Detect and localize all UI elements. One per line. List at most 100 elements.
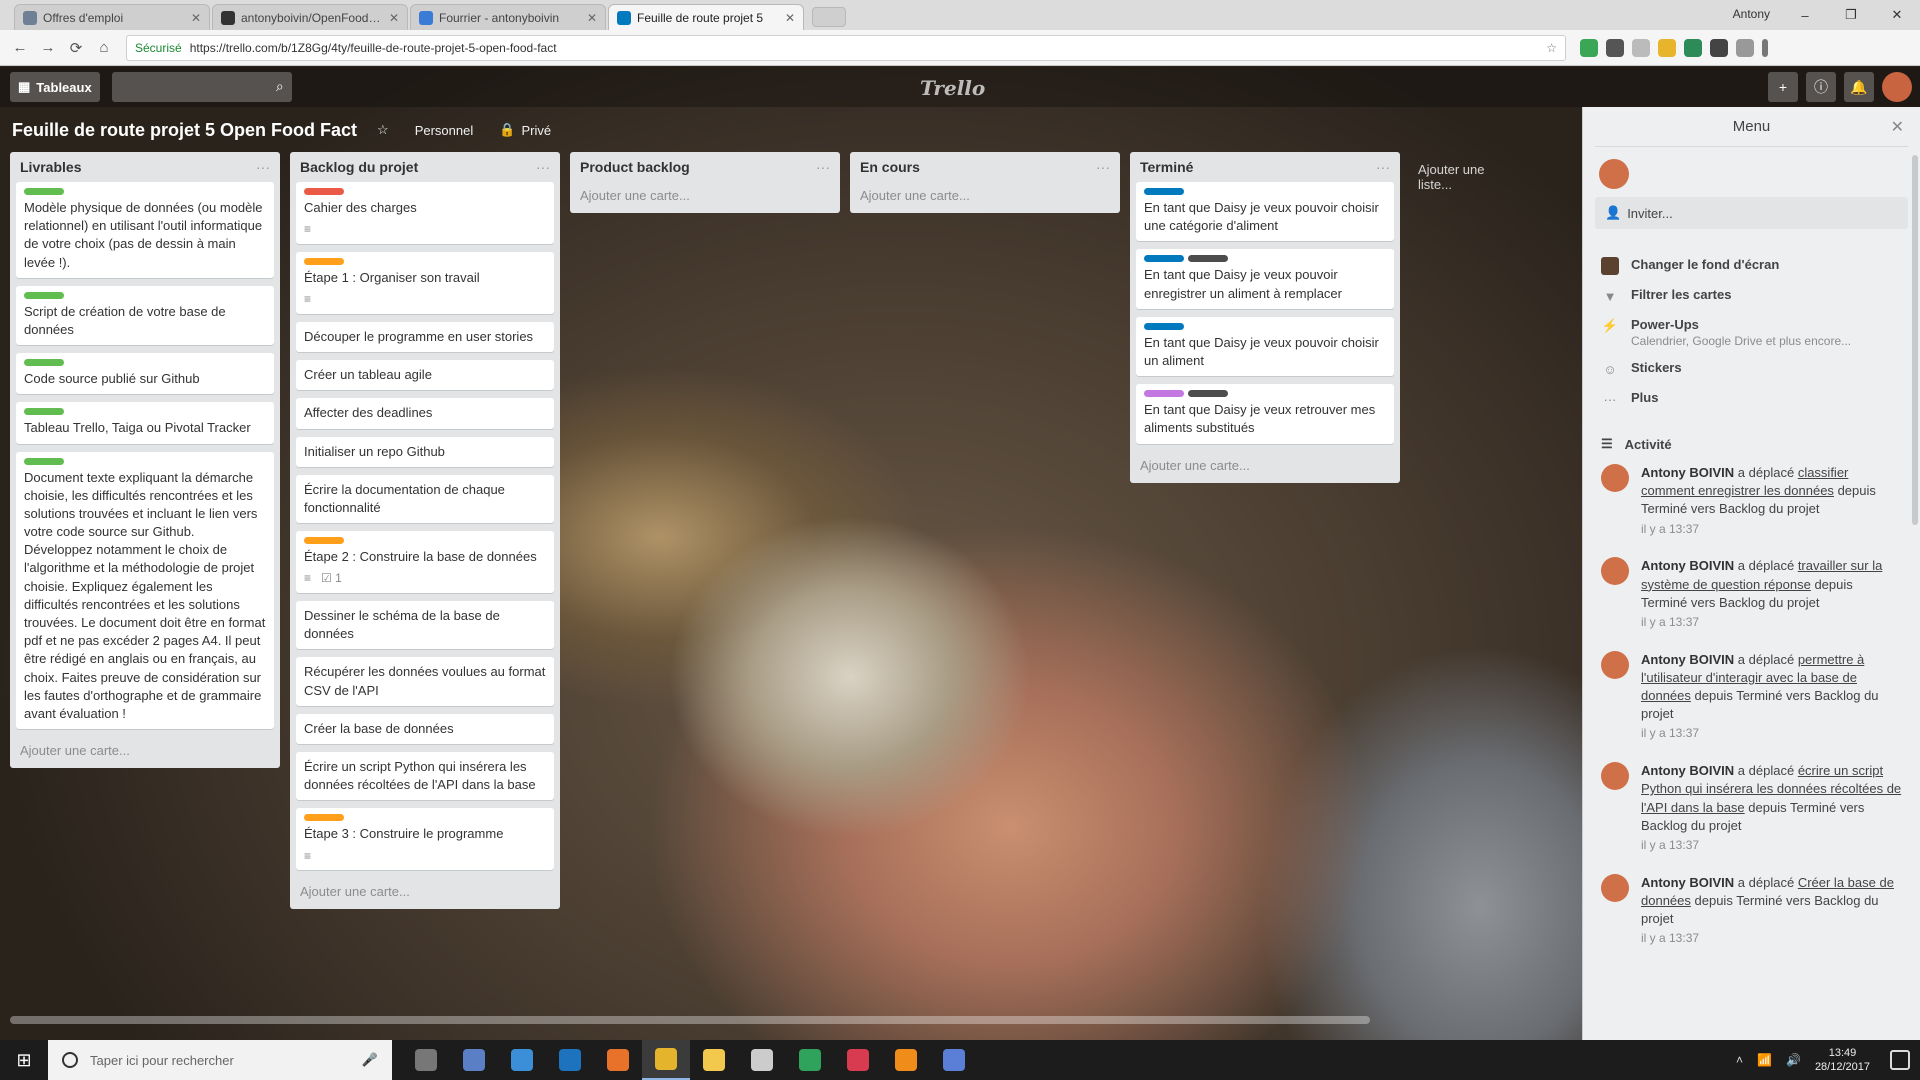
list-header[interactable]: Product backlog ···	[576, 152, 834, 182]
tab-close-icon[interactable]: ✕	[587, 11, 597, 25]
browser-tab[interactable]: antonyboivin/OpenFoodFacts ✕	[212, 4, 408, 30]
tab-close-icon[interactable]: ✕	[191, 11, 201, 25]
network-icon[interactable]: 📶	[1757, 1053, 1772, 1067]
tab-close-icon[interactable]: ✕	[389, 11, 399, 25]
extension-icon[interactable]	[1684, 38, 1702, 57]
action-center-icon[interactable]	[1890, 1050, 1910, 1070]
add-card-button[interactable]: Ajouter une carte...	[296, 878, 554, 903]
back-button[interactable]: ←	[6, 34, 34, 62]
card[interactable]: Écrire un script Python qui insérera les…	[296, 752, 554, 801]
close-window-button[interactable]: ✕	[1874, 0, 1920, 30]
activity-user[interactable]: Antony BOIVIN	[1641, 875, 1734, 890]
activity-user[interactable]: Antony BOIVIN	[1641, 558, 1734, 573]
board-privacy[interactable]: 🔒 Privé	[493, 118, 557, 142]
card[interactable]: Modèle physique de données (ou modèle re…	[16, 182, 274, 278]
browser-tab[interactable]: Feuille de route projet 5 ✕	[608, 4, 804, 30]
extension-icon[interactable]	[1632, 38, 1650, 57]
card[interactable]: Étape 3 : Construire le programme ≡	[296, 808, 554, 871]
clock[interactable]: 13:49 28/12/2017	[1815, 1046, 1870, 1075]
card[interactable]: En tant que Daisy je veux pouvoir enregi…	[1136, 249, 1394, 309]
browser-tab[interactable]: Fourrier - antonyboivin ✕	[410, 4, 606, 30]
add-card-button[interactable]: Ajouter une carte...	[16, 737, 274, 762]
notifications-icon[interactable]: 🔔	[1844, 72, 1874, 102]
card-label[interactable]	[304, 814, 344, 822]
activity-user[interactable]: Antony BOIVIN	[1641, 465, 1734, 480]
user-avatar[interactable]	[1882, 72, 1912, 102]
taskbar-excel-icon[interactable]	[786, 1040, 834, 1080]
tray-chevron-icon[interactable]: ˄	[1736, 1053, 1743, 1067]
card[interactable]: Découper le programme en user stories	[296, 321, 554, 353]
taskbar-search[interactable]: Taper ici pour rechercher 🎤	[48, 1040, 392, 1080]
card-label[interactable]	[24, 359, 64, 367]
taskbar-explorer-icon[interactable]	[690, 1040, 738, 1080]
list-menu-icon[interactable]: ···	[1096, 159, 1110, 175]
taskbar-store-icon[interactable]	[450, 1040, 498, 1080]
activity-time[interactable]: il y a 13:37	[1641, 614, 1902, 631]
card[interactable]: Cahier des charges ≡	[296, 182, 554, 244]
activity-avatar[interactable]	[1601, 557, 1629, 586]
card[interactable]: Code source publié sur Github	[16, 353, 274, 395]
card-label[interactable]	[1144, 390, 1184, 398]
card-label[interactable]	[1144, 188, 1184, 195]
menu-item[interactable]: ··· Plus	[1595, 384, 1908, 414]
add-card-button[interactable]: Ajouter une carte...	[576, 182, 834, 207]
menu-item[interactable]: ⚡ Power-Ups Calendrier, Google Drive et pl…	[1595, 311, 1908, 354]
activity-time[interactable]: il y a 13:37	[1641, 837, 1902, 854]
activity-avatar[interactable]	[1601, 873, 1629, 902]
add-card-button[interactable]: Ajouter une carte...	[856, 182, 1114, 207]
list-title[interactable]: Terminé	[1140, 159, 1193, 175]
chrome-menu-icon[interactable]	[1762, 38, 1768, 57]
home-button[interactable]: ⌂	[90, 34, 118, 62]
list-header[interactable]: En cours ···	[856, 152, 1114, 182]
activity-avatar[interactable]	[1601, 650, 1629, 679]
card-label[interactable]	[24, 291, 64, 299]
board-title[interactable]: Feuille de route projet 5 Open Food Fact	[12, 120, 357, 141]
minimize-button[interactable]: –	[1782, 0, 1828, 30]
list-header[interactable]: Livrables ···	[16, 152, 274, 182]
card[interactable]: Étape 2 : Construire la base de données ≡…	[296, 531, 554, 594]
card[interactable]: En tant que Daisy je veux pouvoir choisi…	[1136, 182, 1394, 242]
invite-button[interactable]: 👤 Inviter...	[1595, 197, 1908, 229]
activity-user[interactable]: Antony BOIVIN	[1641, 652, 1734, 667]
card[interactable]: Affecter des deadlines	[296, 398, 554, 429]
extension-icon[interactable]	[1658, 38, 1676, 57]
menu-scrollbar[interactable]	[1912, 155, 1918, 525]
extension-icon[interactable]	[1710, 38, 1728, 57]
card-label[interactable]	[24, 457, 64, 465]
taskbar-app-orange-icon[interactable]	[882, 1040, 930, 1080]
card[interactable]: En tant que Daisy je veux retrouver mes …	[1136, 384, 1394, 444]
card[interactable]: Dessiner le schéma de la base de données	[296, 601, 554, 650]
taskbar-edge-icon[interactable]	[546, 1040, 594, 1080]
activity-avatar[interactable]	[1601, 762, 1629, 791]
taskbar-firefox-icon[interactable]	[594, 1040, 642, 1080]
forward-button[interactable]: →	[34, 34, 62, 62]
microphone-icon[interactable]: 🎤	[362, 1052, 378, 1068]
card[interactable]: Script de création de votre base de donn…	[16, 285, 274, 346]
trello-logo[interactable]: Trello	[920, 76, 985, 100]
omnibox[interactable]: Sécurisé https://trello.com/b/1Z8Gg/4ty/…	[126, 34, 1566, 61]
close-icon[interactable]: ✕	[1891, 117, 1904, 137]
taskbar-ie-icon[interactable]	[498, 1040, 546, 1080]
activity-time[interactable]: il y a 13:37	[1641, 725, 1902, 742]
card[interactable]: Écrire la documentation de chaque foncti…	[296, 474, 554, 524]
card[interactable]: Récupérer les données voulues au format …	[296, 657, 554, 706]
add-list-button[interactable]: Ajouter une liste...	[1410, 152, 1530, 202]
reload-button[interactable]: ⟳	[62, 34, 90, 62]
list-menu-icon[interactable]: ···	[1376, 159, 1390, 175]
card[interactable]: Initialiser un repo Github	[296, 436, 554, 467]
menu-item[interactable]: ☺ Stickers	[1595, 354, 1908, 384]
menu-item[interactable]: Changer le fond d'écran	[1595, 251, 1908, 281]
card[interactable]: Document texte expliquant la démarche ch…	[16, 451, 274, 730]
menu-item[interactable]: ▼ Filtrer les cartes	[1595, 281, 1908, 311]
card-label[interactable]	[24, 408, 64, 416]
list-header[interactable]: Terminé ···	[1136, 152, 1394, 182]
search-icon[interactable]: ⌕	[276, 78, 284, 95]
browser-user[interactable]: Antony	[1733, 7, 1770, 21]
card[interactable]: Créer la base de données	[296, 713, 554, 745]
list-title[interactable]: En cours	[860, 159, 920, 175]
board-visibility[interactable]: Personnel	[409, 119, 480, 142]
card-label[interactable]	[24, 188, 64, 195]
card-label[interactable]	[1144, 322, 1184, 330]
extension-icon[interactable]	[1606, 38, 1624, 57]
card-label[interactable]	[304, 188, 344, 195]
